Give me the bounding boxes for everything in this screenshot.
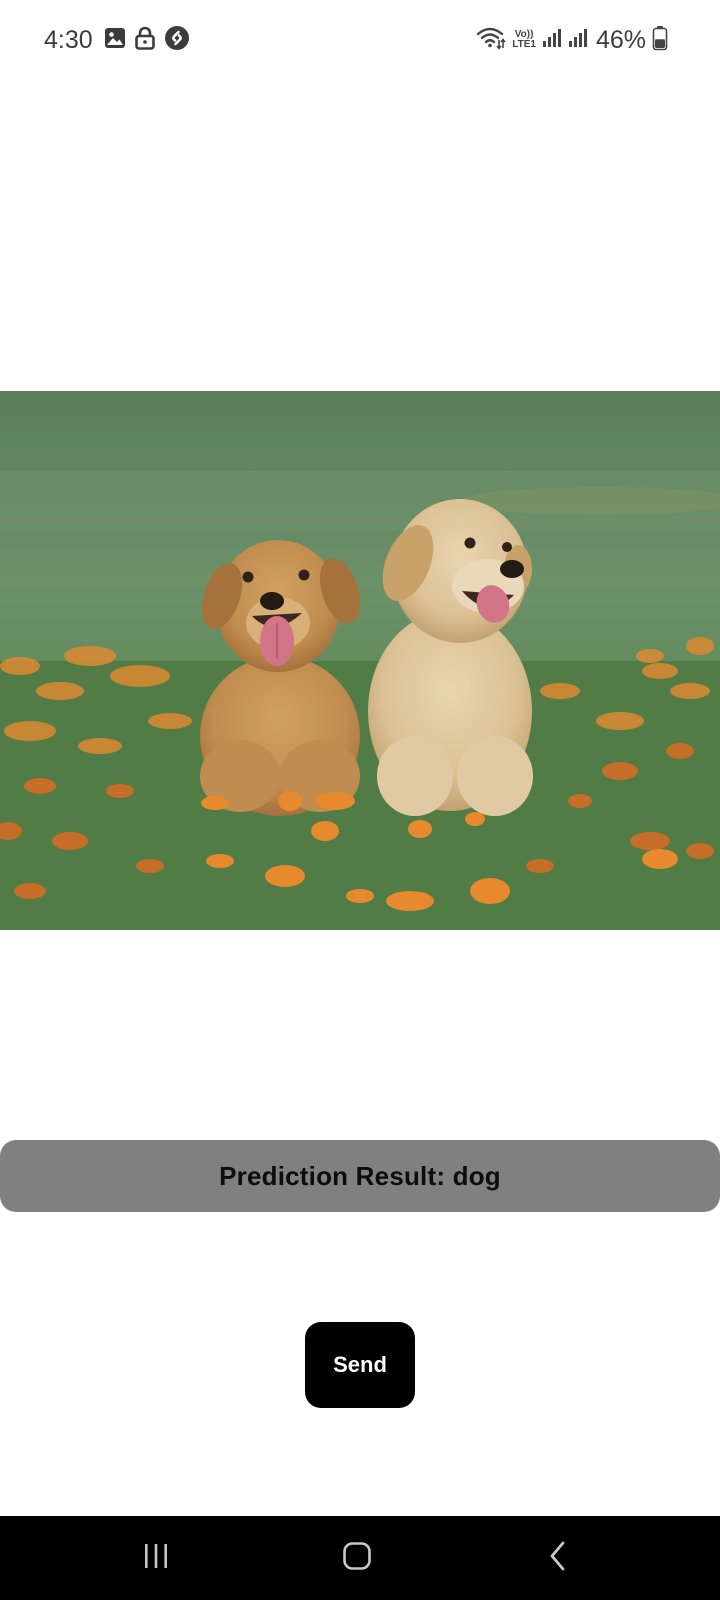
battery-icon	[652, 25, 668, 56]
recent-apps-button[interactable]	[126, 1536, 186, 1580]
recent-apps-icon	[141, 1542, 171, 1575]
battery-percent: 46%	[595, 26, 646, 54]
shazam-icon	[164, 25, 190, 56]
screen: 4:30 Vo)) LTE1 46% Prediction Result: do…	[0, 0, 720, 1600]
volte-label-bottom: LTE1	[512, 39, 536, 50]
signal-icon	[568, 27, 588, 54]
gallery-icon	[104, 27, 126, 54]
home-button[interactable]	[327, 1536, 387, 1580]
status-icons-left	[104, 25, 190, 55]
back-icon	[547, 1540, 569, 1577]
status-time: 4:30	[44, 26, 93, 54]
navigation-bar	[0, 1516, 720, 1600]
prediction-result-text: Prediction Result: dog	[219, 1160, 501, 1191]
prediction-result-bar: Prediction Result: dog	[0, 1140, 720, 1212]
wifi-icon	[476, 26, 506, 55]
home-icon	[342, 1541, 372, 1576]
status-bar: 4:30 Vo)) LTE1 46%	[0, 0, 720, 80]
back-button[interactable]	[528, 1536, 588, 1580]
lock-icon	[134, 26, 156, 55]
signal-icon	[542, 27, 562, 54]
volte-icon: Vo)) LTE1	[512, 30, 536, 50]
send-button[interactable]: Send	[305, 1322, 415, 1408]
status-icons-right: Vo)) LTE1 46%	[476, 24, 668, 56]
photo-two-puppies	[0, 391, 720, 930]
